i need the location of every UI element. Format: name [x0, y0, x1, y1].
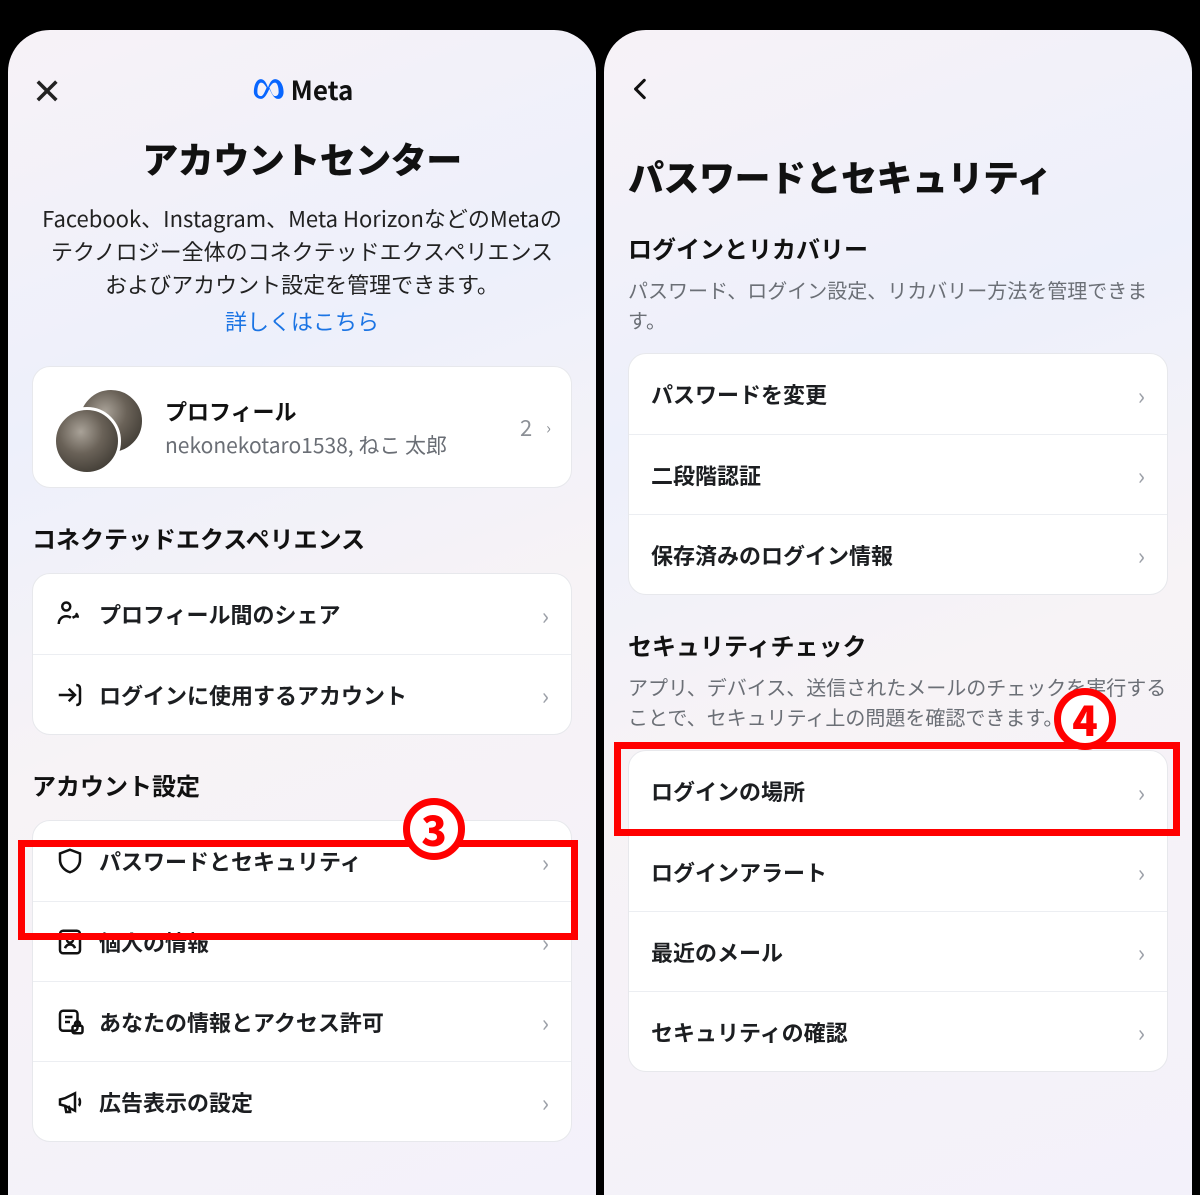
annotation-number-4: 4 — [1054, 688, 1116, 750]
chevron-right-icon: › — [1138, 1014, 1145, 1049]
row-ad-settings[interactable]: 広告表示の設定 › — [33, 1061, 571, 1141]
chevron-right-icon: › — [1138, 457, 1145, 492]
section-login-sub: パスワード、ログイン設定、リカバリー方法を管理できます。 — [628, 275, 1168, 335]
row-label: あなたの情報とアクセス許可 — [99, 1006, 542, 1038]
annotation-number-3: 3 — [403, 798, 465, 860]
chevron-right-icon: › — [1138, 377, 1145, 412]
doc-lock-icon — [55, 1007, 99, 1037]
row-saved-login[interactable]: 保存済みのログイン情報 › — [629, 514, 1167, 594]
person-share-icon — [55, 599, 99, 629]
megaphone-icon — [55, 1087, 99, 1117]
login-arrow-icon — [55, 680, 99, 710]
chevron-right-icon: › — [1138, 537, 1145, 572]
connected-card: プロフィール間のシェア › ログインに使用するアカウント › — [32, 573, 572, 735]
row-info-permissions[interactable]: あなたの情報とアクセス許可 › — [33, 981, 571, 1061]
login-card: パスワードを変更 › 二段階認証 › 保存済みのログイン情報 › — [628, 353, 1168, 595]
profile-subtitle: nekonekotaro1538, ねこ 太郎 — [165, 431, 504, 459]
chevron-right-icon: › — [1138, 934, 1145, 969]
chevron-right-icon: › — [542, 1004, 549, 1039]
chevron-right-icon: › — [546, 415, 551, 439]
chevron-right-icon: › — [1138, 854, 1145, 889]
back-icon[interactable] — [628, 66, 672, 112]
learn-more-link[interactable]: 詳しくはこちら — [40, 305, 564, 338]
row-security-check[interactable]: セキュリティの確認 › — [629, 991, 1167, 1071]
row-label: ログインに使用するアカウント — [99, 679, 542, 711]
page-title: パスワードとセキュリティ — [628, 150, 1168, 202]
chevron-right-icon: › — [542, 677, 549, 712]
page-title: アカウントセンター — [32, 132, 572, 184]
meta-logo-icon — [251, 77, 285, 101]
profile-heading: プロフィール — [165, 395, 504, 427]
meta-logo-text: Meta — [291, 71, 354, 108]
profile-card[interactable]: プロフィール nekonekotaro1538, ねこ 太郎 2 › — [32, 366, 572, 488]
chevron-right-icon: › — [542, 597, 549, 632]
annotation-box-3 — [18, 840, 578, 940]
section-check-heading: セキュリティチェック — [628, 627, 1168, 662]
section-login-heading: ログインとリカバリー — [628, 230, 1168, 265]
page-description: Facebook、Instagram、Meta HorizonなどのMetaのテ… — [40, 202, 564, 338]
row-label: パスワードを変更 — [651, 378, 1138, 410]
row-login-account[interactable]: ログインに使用するアカウント › — [33, 654, 571, 734]
row-label: 最近のメール — [651, 936, 1138, 968]
row-login-alert[interactable]: ログインアラート › — [629, 831, 1167, 911]
row-label: 広告表示の設定 — [99, 1086, 542, 1118]
phone-left: ✕ Meta アカウントセンター Facebook、Instagram、Meta… — [8, 30, 596, 1195]
row-change-password[interactable]: パスワードを変更 › — [629, 354, 1167, 434]
row-label: セキュリティの確認 — [651, 1016, 1138, 1048]
annotation-box-4 — [614, 742, 1180, 836]
row-label: 二段階認証 — [651, 459, 1138, 491]
row-two-factor[interactable]: 二段階認証 › — [629, 434, 1167, 514]
avatar-stack — [53, 387, 149, 467]
avatar-icon — [53, 407, 121, 475]
row-label: 保存済みのログイン情報 — [651, 539, 1138, 571]
row-label: プロフィール間のシェア — [99, 598, 542, 630]
profile-count: 2 — [520, 411, 532, 443]
row-recent-mail[interactable]: 最近のメール › — [629, 911, 1167, 991]
section-connected-heading: コネクテッドエクスペリエンス — [32, 520, 572, 555]
row-profile-share[interactable]: プロフィール間のシェア › — [33, 574, 571, 654]
row-label: ログインアラート — [651, 856, 1138, 888]
chevron-right-icon: › — [542, 1084, 549, 1119]
phone-right: パスワードとセキュリティ ログインとリカバリー パスワード、ログイン設定、リカバ… — [604, 30, 1192, 1195]
close-icon[interactable]: ✕ — [32, 63, 76, 115]
meta-logo: Meta — [32, 71, 572, 108]
section-account-heading: アカウント設定 — [32, 767, 572, 802]
